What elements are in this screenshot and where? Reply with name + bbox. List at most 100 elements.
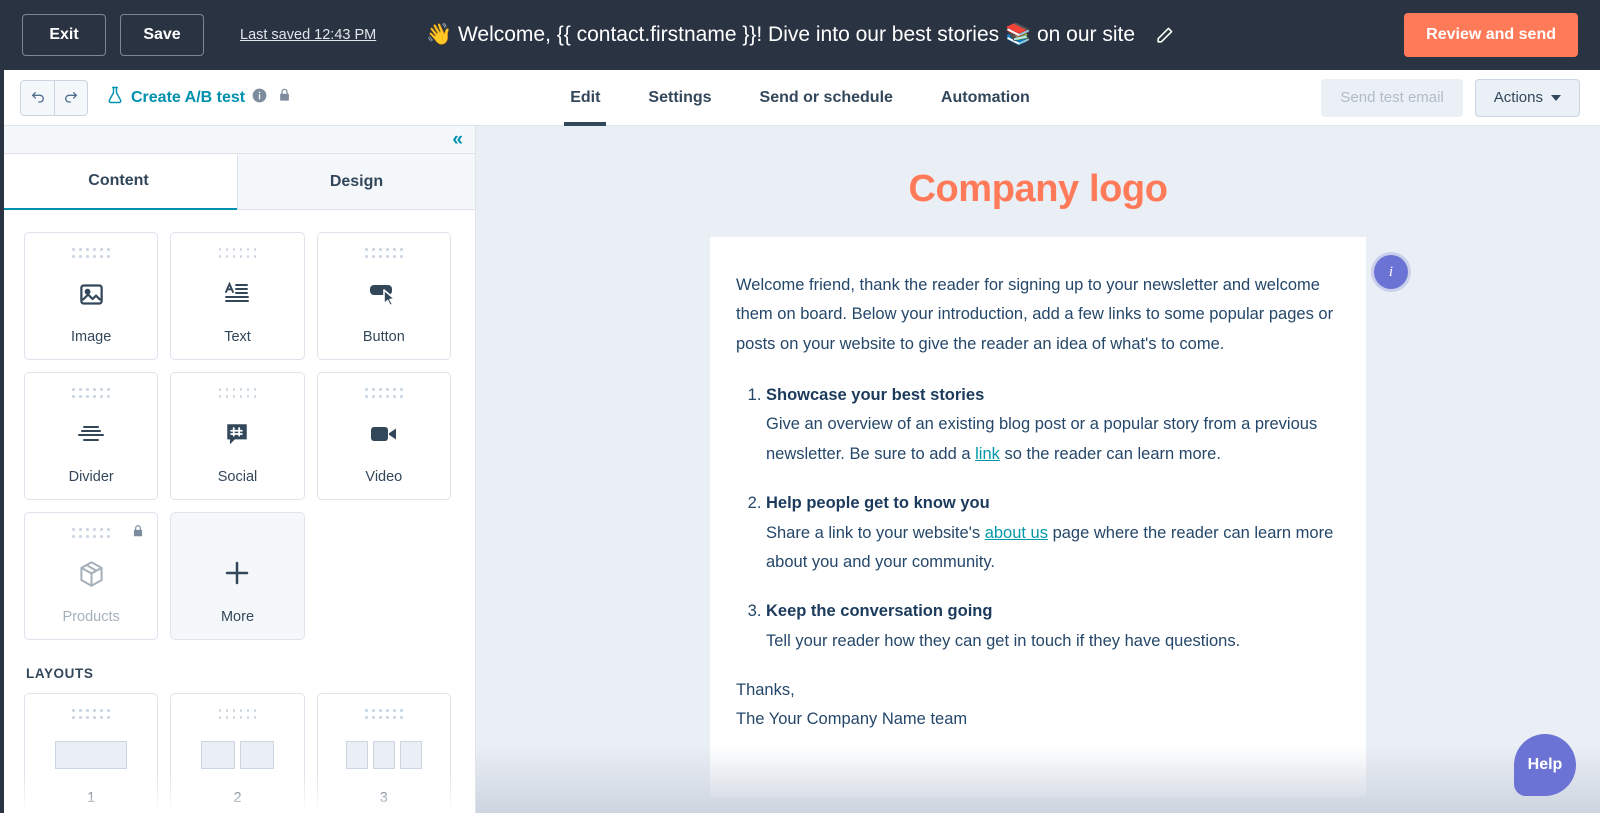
nav-bar: Create A/B test Edit Settings Send or sc… xyxy=(0,70,1600,126)
email-editor-app: Exit Save Last saved 12:43 PM 👋 Welcome,… xyxy=(0,0,1600,816)
layout-grid: 1 2 3 xyxy=(24,693,451,816)
module-card-social[interactable]: Social xyxy=(170,372,305,500)
image-icon xyxy=(78,259,105,329)
plus-icon xyxy=(222,523,252,609)
drag-handle-dots-icon[interactable] xyxy=(217,387,257,399)
module-label: Products xyxy=(62,609,120,625)
tab-settings[interactable]: Settings xyxy=(624,70,735,126)
text-icon xyxy=(223,259,251,329)
module-card-video[interactable]: Video xyxy=(316,372,451,500)
sidebar-tab-design[interactable]: Design xyxy=(237,154,475,210)
window-left-edge xyxy=(0,0,4,816)
module-card-text[interactable]: Text xyxy=(170,232,305,360)
email-intro-paragraph: Welcome friend, thank the reader for sig… xyxy=(736,276,1334,353)
tab-automation[interactable]: Automation xyxy=(917,70,1054,126)
drag-handle-dots-icon[interactable] xyxy=(217,708,257,720)
last-saved-label[interactable]: Last saved 12:43 PM xyxy=(240,27,376,43)
drag-handle-dots-icon[interactable] xyxy=(364,247,404,259)
module-label: Image xyxy=(71,329,112,345)
editor-body: « Content Design Image Text Button Divid… xyxy=(0,126,1600,816)
drag-handle-dots-icon xyxy=(71,527,111,539)
module-grid: Image Text Button Divider Social Video P… xyxy=(24,232,451,640)
module-label: Text xyxy=(224,329,251,345)
email-numbered-list: Showcase your best stories Give an overv… xyxy=(766,381,1340,656)
box-package-icon xyxy=(78,539,105,609)
drag-handle-dots-icon[interactable] xyxy=(71,708,111,720)
redo-icon[interactable] xyxy=(54,80,87,115)
actions-label: Actions xyxy=(1493,89,1543,106)
layout-card-3-column[interactable]: 3 xyxy=(316,693,451,816)
undo-icon[interactable] xyxy=(21,81,54,115)
email-preview-canvas[interactable]: Company logo i Welcome friend, thank the… xyxy=(476,126,1600,816)
module-card-more[interactable]: More xyxy=(170,512,305,640)
list-item: Keep the conversation going Tell your re… xyxy=(766,597,1340,656)
list-item-heading: Help people get to know you xyxy=(766,494,990,513)
list-item-heading: Keep the conversation going xyxy=(766,602,993,621)
module-label: Video xyxy=(365,469,403,485)
drag-handle-dots-icon[interactable] xyxy=(71,247,111,259)
review-and-send-button[interactable]: Review and send xyxy=(1404,13,1578,57)
divider-icon xyxy=(77,399,105,469)
layout-preview-3 xyxy=(345,720,422,790)
create-ab-test-label: Create A/B test xyxy=(131,88,246,106)
list-item-text-after: so the reader can learn more. xyxy=(999,444,1221,463)
email-signoff-line-2: The Your Company Name team xyxy=(736,710,968,729)
list-item-text-before: Share a link to your website's xyxy=(766,523,985,542)
module-card-divider[interactable]: Divider xyxy=(24,372,159,500)
list-item-link[interactable]: link xyxy=(975,445,1000,463)
social-hash-bubble-icon xyxy=(224,399,250,469)
drag-handle-dots-icon[interactable] xyxy=(217,247,257,259)
flask-icon xyxy=(106,86,124,109)
drag-handle-dots-icon[interactable] xyxy=(71,387,111,399)
drag-handle-dots-icon[interactable] xyxy=(364,708,404,720)
module-card-image[interactable]: Image xyxy=(24,232,159,360)
sidebar-collapse-row: « xyxy=(0,126,475,154)
sidebar-tabs: Content Design xyxy=(0,154,475,210)
layouts-section-title: LAYOUTS xyxy=(26,666,94,681)
info-badge[interactable]: i xyxy=(1374,255,1408,289)
list-item-heading: Showcase your best stories xyxy=(766,386,985,405)
tab-edit[interactable]: Edit xyxy=(546,70,624,126)
module-label: Divider xyxy=(68,469,114,485)
chevron-double-left-icon[interactable]: « xyxy=(452,130,463,149)
list-item: Help people get to know you Share a link… xyxy=(766,489,1340,577)
email-document: Company logo i Welcome friend, thank the… xyxy=(710,146,1408,797)
email-body-module[interactable]: i Welcome friend, thank the reader for s… xyxy=(710,237,1408,797)
drag-handle-dots-icon[interactable] xyxy=(364,387,404,399)
module-label: Social xyxy=(217,469,258,485)
sidebar-tab-content[interactable]: Content xyxy=(0,154,237,210)
video-camera-icon xyxy=(369,399,399,469)
send-test-email-button[interactable]: Send test email xyxy=(1321,78,1463,117)
tab-send-or-schedule[interactable]: Send or schedule xyxy=(736,70,917,126)
layout-preview-2 xyxy=(200,720,274,790)
company-logo-text[interactable]: Company logo xyxy=(710,146,1366,237)
module-card-button[interactable]: Button xyxy=(316,232,451,360)
lock-icon xyxy=(131,523,145,544)
lock-icon xyxy=(277,87,292,108)
help-button[interactable]: Help xyxy=(1514,734,1576,796)
sidebar-scroll-area[interactable]: Image Text Button Divider Social Video P… xyxy=(0,210,475,816)
layout-card-2-column[interactable]: 2 xyxy=(170,693,305,816)
exit-button[interactable]: Exit xyxy=(22,14,106,56)
chevron-down-icon xyxy=(1551,94,1561,101)
actions-button[interactable]: Actions xyxy=(1474,78,1580,117)
module-label: More xyxy=(220,609,255,625)
undo-redo-group xyxy=(20,79,88,116)
left-sidebar: « Content Design Image Text Button Divid… xyxy=(0,126,476,816)
save-button[interactable]: Save xyxy=(120,14,204,56)
list-item: Showcase your best stories Give an overv… xyxy=(766,381,1340,469)
list-item-link[interactable]: about us xyxy=(985,524,1048,542)
nav-bar-right: Send test email Actions xyxy=(1321,78,1580,117)
pencil-icon[interactable] xyxy=(1155,26,1174,45)
layout-preview-1 xyxy=(55,720,128,790)
email-signoff-line-1: Thanks, xyxy=(736,680,795,699)
module-label: Button xyxy=(362,329,405,345)
layout-card-1-column[interactable]: 1 xyxy=(24,693,159,816)
subject-line-title: 👋 Welcome, {{ contact.firstname }}! Dive… xyxy=(425,23,1136,46)
module-card-products: Products xyxy=(24,512,159,640)
info-circle-icon[interactable] xyxy=(252,88,267,108)
button-cursor-icon xyxy=(368,259,400,329)
list-item-text-before: Tell your reader how they can get in tou… xyxy=(766,631,1241,650)
create-ab-test-button[interactable]: Create A/B test xyxy=(106,86,292,109)
top-bar: Exit Save Last saved 12:43 PM 👋 Welcome,… xyxy=(0,0,1600,70)
